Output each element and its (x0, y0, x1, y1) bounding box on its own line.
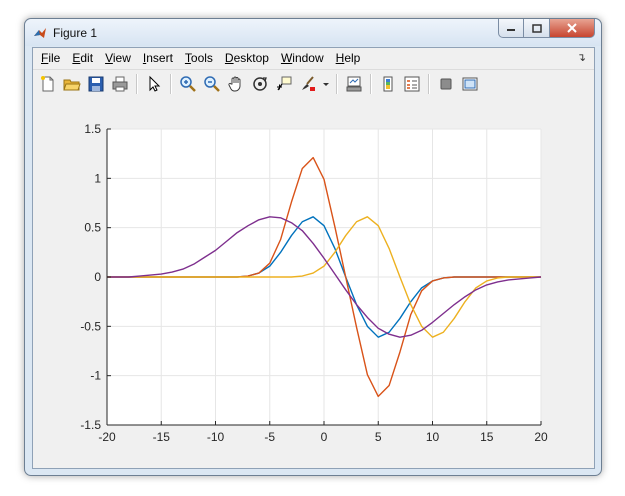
figure-canvas: -20 -15 -10 -5 0 5 10 15 20 -1.5 -1 -0.5 0 0.5 1 1.5 (33, 98, 594, 468)
brush-dropdown-button[interactable] (321, 73, 331, 95)
link-plot-button[interactable] (343, 73, 365, 95)
data-cursor-icon (277, 76, 292, 91)
x-tick-label: -15 (153, 430, 171, 444)
x-tick-label: -10 (207, 430, 225, 444)
brush-dropdown-icon (323, 83, 329, 86)
x-tick-label: 0 (321, 430, 328, 444)
minimize-button[interactable] (498, 19, 524, 38)
menu-insert[interactable]: Insert (137, 51, 179, 65)
matlab-logo-icon (34, 28, 46, 38)
select-button[interactable] (143, 73, 165, 95)
close-button[interactable] (550, 19, 595, 38)
show-plot-tools-icon (462, 77, 478, 91)
close-icon (567, 23, 577, 33)
toolbar-separator (170, 74, 172, 94)
link-plot-icon (346, 76, 362, 92)
y-tick-label: 1.5 (84, 122, 101, 136)
x-tick-label: 10 (426, 430, 440, 444)
menu-file[interactable]: File (33, 51, 66, 65)
title-bar[interactable]: Figure 1 (25, 19, 601, 46)
toolbar-separator (336, 74, 338, 94)
minimize-icon (507, 29, 515, 31)
figure-client-area: File Edit View Insert Tools Desktop Wind… (32, 47, 595, 469)
x-tick-label: 15 (480, 430, 494, 444)
menu-desktop[interactable]: Desktop (219, 51, 275, 65)
x-tick-label: 5 (375, 430, 382, 444)
open-file-button[interactable] (61, 73, 83, 95)
y-tick-label: 0.5 (84, 221, 101, 235)
x-tick-label: 20 (534, 430, 548, 444)
zoom-out-icon (204, 76, 220, 92)
y-tick-label: 0 (94, 270, 101, 284)
toolbar-separator (428, 74, 430, 94)
zoom-out-button[interactable] (201, 73, 223, 95)
window-title: Figure 1 (53, 26, 98, 40)
figure-toolbar (33, 69, 594, 99)
legend-button[interactable] (401, 73, 423, 95)
x-tick-label: -20 (98, 430, 116, 444)
x-tick-label: -5 (264, 430, 275, 444)
undock-arrow-icon[interactable]: ↴ (577, 51, 586, 64)
y-tick-label: 1 (94, 171, 101, 185)
menu-bar: File Edit View Insert Tools Desktop Wind… (33, 48, 594, 68)
rotate-3d-button[interactable] (249, 73, 271, 95)
hide-plot-tools-icon (440, 78, 452, 90)
menu-window[interactable]: Window (275, 51, 330, 65)
hide-plot-tools-button[interactable] (435, 73, 457, 95)
toolbar-separator (136, 74, 138, 94)
menu-edit[interactable]: Edit (66, 51, 99, 65)
select-arrow-icon (149, 75, 161, 92)
new-figure-icon (41, 76, 54, 92)
print-button[interactable] (109, 73, 131, 95)
menu-view[interactable]: View (99, 51, 137, 65)
data-cursor-button[interactable] (273, 73, 295, 95)
colorbar-button[interactable] (377, 73, 399, 95)
open-file-icon (63, 79, 81, 91)
brush-button[interactable] (297, 73, 319, 95)
save-button[interactable] (85, 73, 107, 95)
y-tick-label: -0.5 (80, 319, 101, 333)
pan-button[interactable] (225, 73, 247, 95)
y-tick-label: -1.5 (80, 418, 101, 432)
zoom-in-icon (180, 76, 196, 92)
show-plot-tools-button[interactable] (459, 73, 481, 95)
figure-window: Figure 1 File Edit View Insert Tools Des… (24, 18, 602, 476)
pan-hand-icon (228, 76, 241, 92)
menu-help[interactable]: Help (330, 51, 367, 65)
colorbar-icon (383, 76, 393, 92)
legend-icon (404, 76, 420, 92)
line-chart: -20 -15 -10 -5 0 5 10 15 20 -1.5 -1 -0.5 0 0.5 1 1.5 (80, 122, 548, 444)
menu-tools[interactable]: Tools (179, 51, 219, 65)
y-tick-label: -1 (90, 369, 101, 383)
zoom-in-button[interactable] (177, 73, 199, 95)
maximize-icon (531, 23, 542, 33)
maximize-button[interactable] (524, 19, 550, 38)
print-icon (112, 76, 128, 92)
rotate-3d-icon (253, 77, 267, 91)
new-figure-button[interactable] (37, 73, 59, 95)
save-icon (88, 76, 104, 92)
toolbar-separator (370, 74, 372, 94)
brush-icon (302, 76, 315, 91)
